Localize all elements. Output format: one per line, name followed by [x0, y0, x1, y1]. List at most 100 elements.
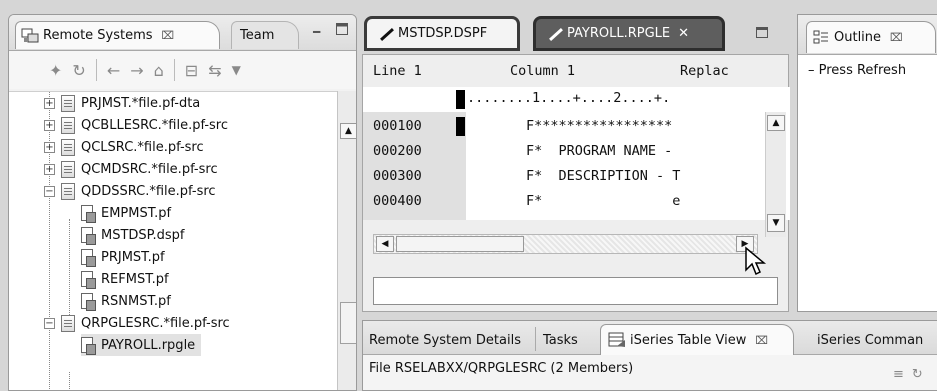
ruler-cursor [456, 90, 465, 109]
back-arrow-icon[interactable]: ← [107, 61, 120, 80]
table-view-icon [607, 331, 627, 349]
expand-icon[interactable]: + [44, 97, 55, 109]
tree-item[interactable]: − QRPGLESRC.*file.pf-src [44, 312, 230, 334]
code-area[interactable]: 000100 F***************** 000200 F* PROG… [363, 112, 790, 220]
table-view-description: File RSELABXX/QRPGLESRC (2 Members) [369, 361, 634, 376]
toolbar-separator [95, 59, 97, 81]
tree-item-label: PRJMST.*file.pf-dta [81, 95, 201, 111]
physical-file-icon [61, 94, 75, 112]
expand-icon[interactable]: + [44, 141, 55, 153]
outline-message: – Press Refresh [808, 63, 907, 78]
minimize-icon[interactable]: ━ [313, 25, 320, 39]
tree-item[interactable]: − QDDSSRC.*file.pf-src [44, 180, 216, 202]
tree-item-selected[interactable]: PAYROLL.rpgle [81, 334, 202, 356]
command-input[interactable] [373, 277, 778, 305]
tab-label: PAYROLL.RPGLE [567, 26, 671, 41]
new-connection-icon[interactable]: ✦ [49, 61, 62, 80]
tab-tasks[interactable]: Tasks [543, 325, 578, 355]
bottom-panel: Remote System Details Tasks iSeries Tabl… [362, 320, 937, 391]
tree-item[interactable]: REFMST.pf [81, 268, 169, 290]
sequence-number: 000100 [373, 118, 422, 134]
close-tab-icon[interactable]: ✕ [678, 26, 689, 41]
scroll-up-arrow-icon[interactable]: ▲ [340, 123, 356, 139]
tab-label: Remote System Details [369, 332, 521, 348]
member-icon [81, 270, 96, 289]
member-icon [81, 336, 96, 355]
line-indicator: Line 1 [373, 63, 422, 79]
tree-vertical-scrollbar[interactable]: ▲ [337, 91, 356, 390]
expand-icon[interactable]: + [44, 163, 55, 175]
forward-arrow-icon[interactable]: → [130, 61, 143, 80]
scrollbar-thumb[interactable] [396, 236, 524, 252]
tab-mstdsp-dspf[interactable]: MSTDSP.DSPF [364, 16, 520, 51]
filter-icon[interactable]: ≡ [893, 367, 912, 382]
tree-item-label: RSNMST.pf [101, 293, 171, 309]
outline-icon [811, 29, 831, 47]
tab-outline[interactable]: Outline ⌧ [806, 21, 936, 53]
tree-item[interactable]: + QCMDSRC.*file.pf-src [44, 158, 218, 180]
remote-systems-tree: + PRJMST.*file.pf-dta + QCBLLESRC.*file.… [9, 91, 337, 390]
collapse-all-icon[interactable]: ⊟ [185, 61, 198, 80]
maximize-icon[interactable] [336, 23, 348, 38]
code-line[interactable]: 000300 F* DESCRIPTION - T [363, 165, 758, 187]
close-tab-icon[interactable]: ⌧ [162, 29, 175, 42]
code-line[interactable]: 000200 F* PROGRAM NAME - [363, 140, 758, 162]
view-menu-chevron-down-icon[interactable]: ▼ [232, 63, 241, 77]
tree-item[interactable]: + QCBLLESRC.*file.pf-src [44, 114, 228, 136]
tree-item[interactable]: + PRJMST.*file.pf-dta [44, 92, 200, 114]
pencil-icon [377, 26, 395, 42]
sequence-number: 000200 [373, 143, 422, 159]
close-tab-icon[interactable]: ⌧ [755, 334, 768, 347]
tab-remote-system-details[interactable]: Remote System Details [369, 325, 521, 355]
sequence-number: 000400 [373, 193, 422, 209]
scroll-up-arrow-icon[interactable]: ▲ [767, 115, 785, 131]
tab-team[interactable]: Team [231, 21, 299, 49]
scrollbar-thumb[interactable] [340, 302, 356, 344]
tab-iseries-table-view[interactable]: iSeries Table View ⌧ [600, 324, 794, 355]
link-with-editor-icon[interactable]: ⇆ [208, 61, 221, 80]
tab-label: iSeries Table View [630, 332, 747, 348]
tree-item-label: QCLSRC.*file.pf-src [81, 139, 204, 155]
tree-item-label: PRJMST.pf [101, 249, 165, 265]
source-text: F* PROGRAM NAME - [526, 143, 673, 159]
tree-item-label: PAYROLL.rpgle [101, 337, 196, 353]
member-icon [81, 226, 96, 245]
code-line[interactable]: 000400 F* e [363, 190, 758, 212]
tree-item[interactable]: EMPMST.pf [81, 202, 171, 224]
tree-guide-line [69, 372, 70, 390]
tab-label: iSeries Comman [817, 332, 924, 348]
table-view-toolbar: ≡↻ [893, 367, 931, 382]
scroll-down-arrow-icon[interactable]: ▼ [767, 214, 785, 232]
tab-label: MSTDSP.DSPF [398, 26, 488, 41]
refresh-icon[interactable]: ↻ [72, 61, 85, 80]
tree-item-label: QCMDSRC.*file.pf-src [81, 161, 218, 177]
tab-team-label: Team [240, 28, 275, 43]
code-line[interactable]: 000100 F***************** [363, 115, 758, 137]
member-icon [81, 248, 96, 267]
tab-iseries-commands[interactable]: iSeries Comman [817, 325, 923, 355]
tab-remote-systems[interactable]: Remote Systems ⌧ [15, 21, 220, 49]
expand-icon[interactable]: + [44, 119, 55, 131]
tree-item[interactable]: PRJMST.pf [81, 246, 165, 268]
tab-payroll-rpgle[interactable]: PAYROLL.RPGLE ✕ [533, 16, 725, 51]
tree-item[interactable]: RSNMST.pf [81, 290, 171, 312]
close-tab-icon[interactable]: ⌧ [890, 31, 903, 44]
home-icon[interactable]: ⌂ [154, 61, 164, 80]
tree-item-label: REFMST.pf [101, 271, 169, 287]
scroll-left-arrow-icon[interactable]: ◀ [376, 236, 394, 252]
collapse-icon[interactable]: − [44, 185, 55, 197]
bottom-tab-bar: Remote System Details Tasks iSeries Tabl… [363, 321, 937, 355]
source-file-icon [61, 314, 75, 332]
tree-item[interactable]: + QCLSRC.*file.pf-src [44, 136, 204, 158]
tree-item[interactable]: MSTDSP.dspf [81, 224, 184, 246]
tree-item-label: QRPGLESRC.*file.pf-src [81, 315, 230, 331]
code-vertical-scrollbar[interactable]: ▲ ▼ [765, 112, 786, 237]
collapse-icon[interactable]: − [44, 317, 55, 329]
refresh-icon[interactable]: ↻ [912, 367, 931, 382]
lpex-editor[interactable]: Line 1 Column 1 Replac ........1....+...… [362, 54, 790, 312]
code-horizontal-scrollbar[interactable]: ◀ ▶ [373, 234, 758, 254]
column-ruler: ........1....+....2....+. [363, 87, 790, 112]
maximize-icon[interactable] [756, 27, 768, 38]
member-icon [81, 292, 96, 311]
source-text: F* DESCRIPTION - T [526, 168, 681, 184]
